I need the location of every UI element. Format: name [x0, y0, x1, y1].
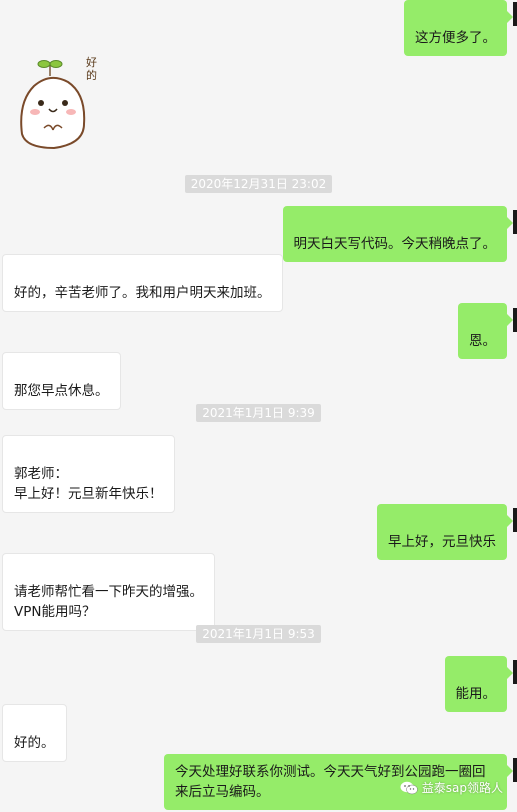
edge-marker [513, 308, 517, 332]
wechat-icon [400, 781, 418, 794]
message-bubble-sent[interactable]: 明天白天写代码。今天稍晚点了。 [282, 206, 513, 262]
message-text: 请老师帮忙看一下昨天的增强。 VPN能用吗？ [14, 584, 203, 620]
watermark: 益泰sap领路人 [400, 779, 503, 796]
message-bubble-received[interactable]: 那您早点休息。 [2, 352, 121, 410]
message-text: 恩。 [469, 333, 496, 349]
edge-marker [513, 210, 517, 234]
message-bubble-sent[interactable]: 这方便多了。 [404, 0, 513, 56]
message-text: 明天白天写代码。今天稍晚点了。 [293, 236, 497, 252]
edge-marker [513, 2, 517, 26]
timestamp: 2021年1月1日 9:53 [0, 625, 517, 643]
edge-marker [513, 758, 517, 782]
message-bubble-received[interactable]: 好的。 [2, 704, 67, 762]
watermark-text: 益泰sap领路人 [421, 781, 503, 795]
message-text: 郭老师： 早上好！元旦新年快乐！ [14, 466, 163, 502]
message-text: 那您早点休息。 [14, 383, 109, 399]
message-text: 早上好，元旦快乐 [388, 534, 496, 550]
edge-marker [513, 508, 517, 532]
timestamp: 2021年1月1日 9:39 [0, 404, 517, 422]
message-text: 好的。 [14, 735, 55, 751]
mochi-sticker-icon[interactable]: 好的 [14, 52, 114, 152]
message-bubble-received[interactable]: 好的，辛苦老师了。我和用户明天来加班。 [2, 254, 283, 312]
message-bubble-received[interactable]: 请老师帮忙看一下昨天的增强。 VPN能用吗？ [2, 553, 215, 631]
message-text: 这方便多了。 [415, 30, 496, 46]
message-text: 好的，辛苦老师了。我和用户明天来加班。 [14, 285, 271, 301]
timestamp: 2020年12月31日 23:02 [0, 175, 517, 193]
message-bubble-sent[interactable]: 恩。 [458, 303, 513, 359]
sticker-text: 好的 [86, 56, 97, 82]
chat-history: 这方便多了。 好的 2020年12月31日 23:02 明天白天写代码。今天稍晚… [0, 0, 517, 812]
message-bubble-received[interactable]: 郭老师： 早上好！元旦新年快乐！ [2, 435, 175, 513]
message-bubble-sent[interactable]: 早上好，元旦快乐 [377, 504, 513, 560]
edge-marker [513, 660, 517, 684]
message-text: 能用。 [455, 686, 497, 702]
message-bubble-sent[interactable]: 能用。 [444, 656, 513, 712]
